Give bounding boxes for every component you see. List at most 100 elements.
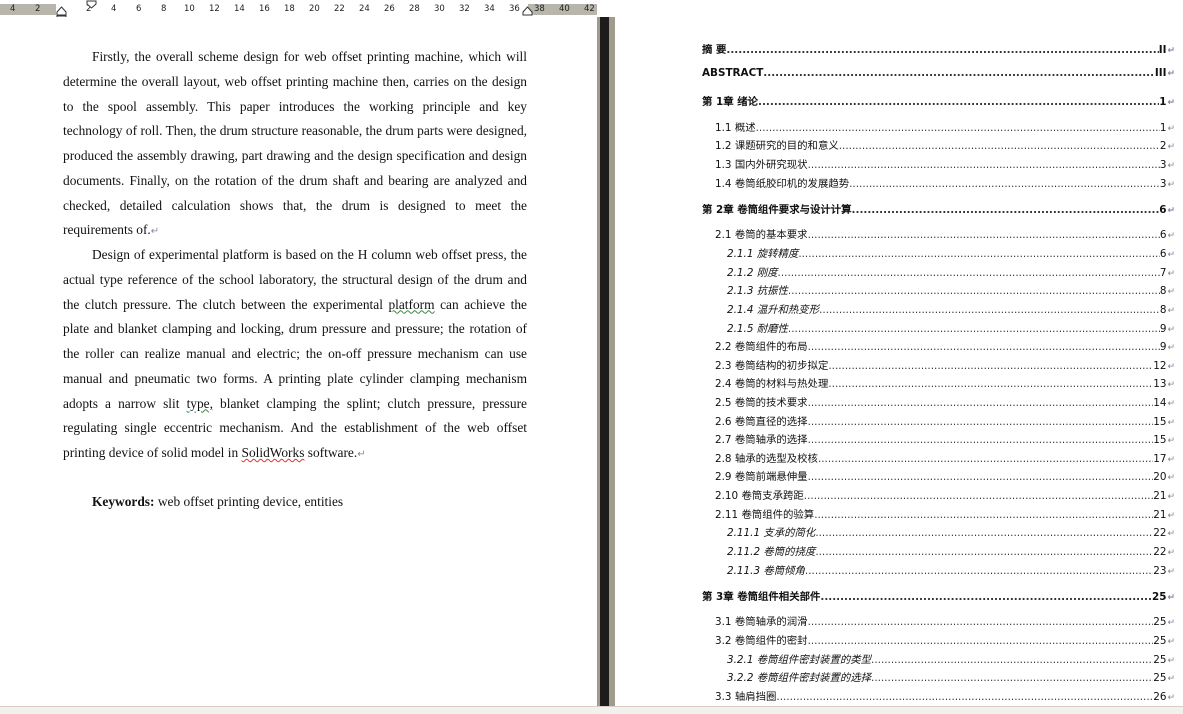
toc-entry[interactable]: 2.1.4 温升和热变形 8↵	[727, 301, 1175, 316]
toc-entry[interactable]: 2.1.2 刚度 7↵	[727, 264, 1175, 279]
toc-entry[interactable]: 2.1 卷筒的基本要求 6↵	[715, 226, 1175, 241]
toc-entry[interactable]: 2.11.2 卷筒的挠度 22↵	[727, 543, 1175, 558]
document-page-left[interactable]: Firstly, the overall scheme design for w…	[0, 17, 597, 706]
paragraph-mark: ↵	[1167, 418, 1175, 428]
toc-entry[interactable]: 2.11 卷筒组件的验算 21↵	[715, 506, 1175, 521]
toc-entry[interactable]: 1.3 国内外研究现状 3↵	[715, 156, 1175, 171]
toc-entry-label: ABSTRACT	[702, 67, 764, 79]
toc-entry-label: 2.11.3 卷筒倾角	[727, 565, 805, 577]
paragraph-mark: ↵	[1167, 124, 1175, 134]
paragraph-mark: ↵	[1167, 455, 1175, 465]
toc-entry[interactable]: 3.3 轴肩挡圈 26↵	[715, 688, 1175, 703]
toc-leader-dots	[849, 178, 1160, 190]
paragraph-mark: ↵	[1167, 180, 1175, 190]
toc-entry-page: 8	[1159, 285, 1167, 297]
paragraph-mark: ↵	[1167, 306, 1175, 316]
grammar-flagged-word[interactable]: platform	[388, 297, 434, 312]
toc-entry[interactable]: 2.6 卷筒直径的选择 15↵	[715, 413, 1175, 428]
toc-entry-label: 2.5 卷筒的技术要求	[715, 397, 808, 409]
toc-entry-label: 2.1.4 温升和热变形	[727, 304, 820, 316]
abstract-paragraph-2[interactable]: Design of experimental platform is based…	[63, 243, 527, 468]
grammar-flagged-word[interactable]: type,	[187, 396, 213, 411]
toc-entry[interactable]: 3.2.2 卷筒组件密封装置的选择 25↵	[727, 669, 1175, 684]
toc-entry[interactable]: 第 3章 卷筒组件相关部件 25↵	[702, 588, 1175, 603]
paragraph-2-text-b: can achieve the plate and blanket clampi…	[63, 296, 527, 411]
paragraph-mark: ↵	[1167, 362, 1175, 372]
toc-entry-page: 22	[1153, 546, 1167, 558]
toc-entry-label: 2.6 卷筒直径的选择	[715, 416, 808, 428]
toc-entry[interactable]: 第 1章 绪论 1↵	[702, 93, 1175, 108]
keywords-paragraph[interactable]: Keywords: web offset printing device, en…	[63, 490, 527, 515]
ruler-number: 24	[359, 4, 370, 14]
toc-entry[interactable]: 3.2.1 卷筒组件密封装置的类型 25↵	[727, 651, 1175, 666]
toc-entry-page: 25	[1153, 616, 1167, 628]
toc-entry-page: 23	[1153, 565, 1167, 577]
toc-entry[interactable]: 2.3 卷筒结构的初步拟定 12↵	[715, 357, 1175, 372]
toc-entry[interactable]: 2.11.1 支承的简化 22↵	[727, 524, 1175, 539]
first-line-indent-marker[interactable]	[86, 0, 97, 9]
toc-entry[interactable]: 3.1 卷筒轴承的润滑 25↵	[715, 613, 1175, 628]
ruler-number: 6	[136, 4, 142, 14]
toc-entry[interactable]: 1.2 课题研究的目的和意义 2↵	[715, 137, 1175, 152]
paragraph-mark: ↵	[1167, 693, 1175, 703]
toc-entry-label: 2.7 卷筒轴承的选择	[715, 434, 808, 446]
ruler-number: 34	[484, 4, 495, 14]
toc-entry[interactable]: 1.1 概述 1↵	[715, 119, 1175, 134]
paragraph-mark: ↵	[1167, 231, 1175, 241]
toc-entry-label: 第 3章 卷筒组件相关部件	[702, 591, 821, 603]
toc-entry[interactable]: 2.5 卷筒的技术要求 14↵	[715, 394, 1175, 409]
toc-entry-label: 2.11.2 卷筒的挠度	[727, 546, 816, 558]
toc-leader-dots	[804, 490, 1153, 502]
toc-entry-page: 1	[1159, 122, 1167, 134]
horizontal-ruler[interactable]: 4 2 2 4 6 8 10 12 14 16 18 20 22 24 26 2…	[0, 0, 597, 22]
toc-entry[interactable]: 2.8 轴承的选型及校核 17↵	[715, 450, 1175, 465]
toc-leader-dots	[839, 140, 1160, 152]
toc-entry-label: 3.1 卷筒轴承的润滑	[715, 616, 808, 628]
paragraph-mark: ↵	[1167, 325, 1175, 335]
right-indent-marker[interactable]	[522, 6, 533, 16]
toc-entry-label: 第 2章 卷筒组件要求与设计计算	[702, 204, 852, 216]
toc-entry[interactable]: 摘 要 II↵	[702, 41, 1175, 56]
toc-entry[interactable]: 2.7 卷筒轴承的选择 15↵	[715, 431, 1175, 446]
page-divider-bar	[600, 17, 609, 706]
toc-entry[interactable]: 2.2 卷筒组件的布局 9↵	[715, 338, 1175, 353]
toc-entry-label: 2.8 轴承的选型及校核	[715, 453, 818, 465]
ruler-number: 16	[259, 4, 270, 14]
toc-entry-label: 3.2.1 卷筒组件密封装置的类型	[727, 654, 872, 666]
toc-entry[interactable]: 2.9 卷筒前端悬伸量 20↵	[715, 468, 1175, 483]
toc-entry[interactable]: 2.1.3 抗振性 8↵	[727, 282, 1175, 297]
toc-entry[interactable]: 2.1.5 耐磨性 9↵	[727, 320, 1175, 335]
paragraph-1-text: Firstly, the overall scheme design for w…	[63, 49, 527, 238]
toc-entry-page: 2	[1159, 140, 1167, 152]
toc-leader-dots	[808, 416, 1154, 428]
toc-leader-dots	[815, 546, 1153, 558]
toc-entry[interactable]: 3.2 卷筒组件的密封 25↵	[715, 632, 1175, 647]
toc-entry-page: 17	[1153, 453, 1167, 465]
toc-entry-label: 2.10 卷筒支承跨距	[715, 490, 804, 502]
toc-entry[interactable]: 2.1.1 旋转精度 6↵	[727, 245, 1175, 260]
paragraph-mark: ↵	[1167, 269, 1175, 279]
toc-entry-label: 2.11 卷筒组件的验算	[715, 509, 815, 521]
toc-entry[interactable]: 2.4 卷筒的材料与热处理 13↵	[715, 375, 1175, 390]
paragraph-mark: ↵	[1167, 529, 1175, 539]
paragraph-mark: ↵	[1167, 436, 1175, 446]
ruler-number: 26	[384, 4, 395, 14]
toc-entry-page: 6	[1159, 248, 1167, 260]
toc-leader-dots	[726, 44, 1158, 56]
toc-entry[interactable]: 第 2章 卷筒组件要求与设计计算 6↵	[702, 201, 1175, 216]
toc-entry[interactable]: ABSTRACT III↵	[702, 67, 1175, 79]
abstract-paragraph-1[interactable]: Firstly, the overall scheme design for w…	[63, 45, 527, 245]
toc-leader-dots	[819, 304, 1160, 316]
spelling-flagged-word[interactable]: SolidWorks	[242, 445, 305, 460]
keywords-text: web offset printing device, entities	[154, 494, 344, 509]
toc-entry[interactable]: 2.10 卷筒支承跨距 21↵	[715, 487, 1175, 502]
paragraph-mark: ↵	[1167, 618, 1175, 628]
document-page-right[interactable]: 摘 要II↵ ABSTRACTIII↵ 第 1章 绪论1↵ 1.1 概述1↵ 1.2 课…	[615, 0, 1183, 713]
toc-entry-label: 2.2 卷筒组件的布局	[715, 341, 808, 353]
toc-leader-dots	[808, 434, 1154, 446]
toc-leader-dots	[778, 267, 1160, 279]
toc-entry[interactable]: 2.11.3 卷筒倾角 23↵	[727, 562, 1175, 577]
toc-entry[interactable]: 1.4 卷筒纸胶印机的发展趋势 3↵	[715, 175, 1175, 190]
toc-entry-label: 3.2.2 卷筒组件密封装置的选择	[727, 672, 872, 684]
paragraph-mark: ↵	[1167, 637, 1175, 647]
